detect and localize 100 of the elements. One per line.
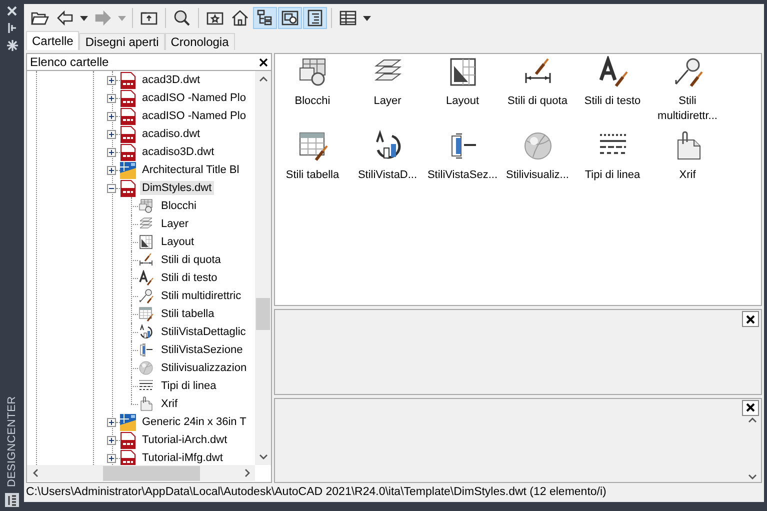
tree-item[interactable]: Stili di quota [159,253,223,267]
close-icon [746,403,755,412]
content-item[interactable]: Layer [351,94,424,109]
tree-item[interactable]: Layout [159,235,196,249]
content-item[interactable]: Xrif [651,168,724,183]
content-item[interactable]: StiliVistaD... [351,168,424,183]
expand-button[interactable] [107,454,116,462]
content-item[interactable]: Stili tabella [276,168,349,183]
content-item[interactable]: Tipi di linea [576,168,649,183]
tree-item[interactable]: Stili multidirettric [159,289,244,303]
plus-icon [108,418,115,426]
plus-icon [108,112,115,120]
horizontal-scrollbar[interactable] [27,465,255,481]
table-brush-icon [138,306,154,322]
home-icon [231,9,249,27]
tab[interactable]: Cronologia [164,33,235,50]
content-item[interactable]: Stili di quota [501,94,574,109]
grid-icon[interactable] [5,493,19,507]
properties-icon[interactable] [6,40,18,51]
search-icon [173,9,191,27]
tree-item[interactable]: Architectural Title Bl [140,163,242,177]
table-brush-icon [296,130,328,162]
scroll-thumb[interactable] [256,298,270,330]
tree-item[interactable]: Tutorial-iArch.dwt [140,433,230,447]
content-item[interactable]: Stili di testo [576,94,649,109]
tree-item[interactable]: Tipi di linea [159,379,218,393]
palette-title: DESIGNCENTER [6,396,18,487]
vertical-scrollbar[interactable] [255,71,271,465]
tree-item[interactable]: Xrif [159,397,180,411]
content-item[interactable]: StiliVistaSez... [426,168,499,183]
description-button[interactable] [303,7,327,29]
expand-button[interactable] [107,166,116,174]
expand-button[interactable] [107,76,116,84]
panel-title: Elenco cartelle [30,55,109,69]
expand-button[interactable] [107,94,116,102]
template-file-icon [120,108,136,124]
sheet-set-icon [120,162,136,178]
layout-icon [138,234,154,250]
preview-icon [281,9,299,27]
template-file-icon [120,126,136,142]
tree-item[interactable]: Stili di testo [159,271,220,285]
tab[interactable]: Cartelle [26,31,80,50]
scroll-right-icon [244,468,250,478]
content-item[interactable]: Blocchi [276,94,349,109]
expand-button[interactable] [107,112,116,120]
template-file-icon [120,144,136,160]
tree-item[interactable]: StiliVistaSezione [159,343,245,357]
sphere-icon [522,130,554,162]
paperclip-page-icon [138,396,154,412]
sphere-icon [138,360,154,376]
plus-icon [108,436,115,444]
tree-item[interactable]: Stili tabella [159,307,216,321]
tree-view-icon [256,9,274,27]
tree-item[interactable]: acadISO -Named Plo [140,109,248,123]
text-style-icon [596,56,628,88]
close-button[interactable] [742,400,759,416]
scroll-down-icon [748,474,756,480]
tree-item[interactable]: Stilivisualizzazion [159,361,249,375]
plus-icon [108,148,115,156]
caret-icon [363,16,371,20]
blocks-icon [138,198,154,214]
close-icon [746,314,755,324]
tree-item[interactable]: Blocchi [159,199,198,213]
content-item[interactable]: Stilivisualiz... [501,168,574,183]
scroll-thumb[interactable] [103,466,200,480]
tab[interactable]: Disegni aperti [79,33,165,50]
tree-item[interactable]: StiliVistaDettaglic [159,325,248,339]
auto-hide-icon[interactable] [7,22,17,34]
scroll-down-icon [258,454,268,460]
expand-button[interactable] [107,148,116,156]
content-item[interactable]: Layout [426,94,499,109]
template-file-icon [120,450,136,465]
tree-item[interactable]: acadISO -Named Plo [140,91,248,105]
tree-item[interactable]: acad3D.dwt [140,73,202,87]
preview-button[interactable] [278,7,302,29]
template-file-icon [120,180,136,196]
sheet-set-icon [120,414,136,430]
status-path: C:\Users\Administrator\AppData\Local\Autodesk\AutoCAD 2021\R24.0\ita\Template\DimStyles.dwt (12 elemento/i) [26,486,606,498]
tree-item[interactable]: acadiso.dwt [140,127,202,141]
close-button[interactable] [742,311,759,328]
dimension-brush-icon [138,252,154,268]
expand-button[interactable] [107,436,116,444]
content-item[interactable]: Stili multidirettr... [651,94,724,124]
close-icon[interactable] [259,58,268,66]
tree-button[interactable] [253,7,277,29]
plus-icon [108,76,115,84]
expand-button[interactable] [107,418,116,426]
expand-button[interactable] [107,130,116,138]
blocks-icon [296,56,328,88]
tree-item[interactable]: DimStyles.dwt [140,181,214,195]
tree-item[interactable]: acadiso3D.dwt [140,145,216,159]
tree-item[interactable]: Tutorial-iMfg.dwt [140,451,225,465]
plus-icon [108,130,115,138]
plus-icon [108,454,115,462]
tree-item[interactable]: Layer [159,217,191,231]
template-file-icon [120,432,136,448]
tree-item[interactable]: Generic 24in x 36in T [140,415,248,429]
plus-icon [108,94,115,102]
section-view-icon [138,342,154,358]
collapse-button[interactable] [107,184,116,192]
